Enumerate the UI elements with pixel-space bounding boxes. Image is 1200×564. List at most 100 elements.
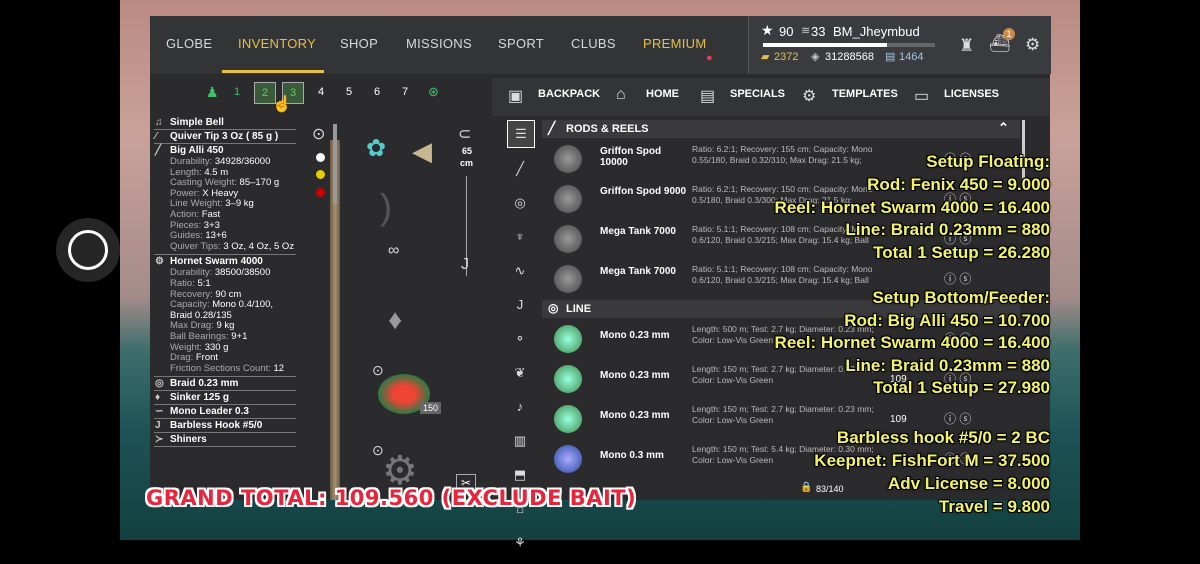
gear-icon[interactable]: ⚙ <box>1025 35 1040 55</box>
category-chum-icon[interactable]: ❦ <box>507 360 533 386</box>
stat-label: Durability: <box>170 267 213 279</box>
section-rods-reels[interactable]: ╱ RODS & REELS ⌃ <box>542 120 1020 138</box>
leader-slot-icon[interactable]: ) <box>380 186 392 228</box>
reel-item[interactable]: ⚙ Hornet Swarm 4000 <box>154 255 296 268</box>
category-reels-icon[interactable]: ◎ <box>507 190 533 216</box>
item-count: 109 <box>890 414 907 425</box>
tab-templates[interactable]: TEMPLATES <box>832 88 898 100</box>
stat-label: Ball Bearings: <box>170 330 229 342</box>
length-icon: ⊂ <box>458 126 472 143</box>
quiver-item[interactable]: ⁄ Quiver Tip 3 Oz ( 85 g ) <box>154 130 296 144</box>
stat-row: Capacity: Mono 0.4/100, Braid 0.28/135 <box>154 299 296 321</box>
category-baits-icon[interactable]: ⚬ <box>507 326 533 352</box>
tab-licenses[interactable]: LICENSES <box>944 88 999 100</box>
rig-icon[interactable]: ∞ <box>388 242 399 260</box>
stat-value: 9 kg <box>216 320 235 332</box>
hook-name: Barbless Hook #5/0 <box>170 420 263 432</box>
category-cans-icon[interactable]: ▥ <box>507 428 533 454</box>
annotation-line: Total 1 Setup = 26.280 <box>873 243 1050 262</box>
item-name: Mono 0.3 mm <box>600 450 664 461</box>
player-info[interactable]: ★ 90 ≋ 33 BM_Jheymbud ▰ 2372 ◈ 31288568 … <box>748 16 1051 74</box>
stat-label: Max Drag: <box>170 320 214 332</box>
item-name: Mega Tank 7000 <box>600 226 676 237</box>
hook-item[interactable]: J Barbless Hook #5/0 <box>154 419 296 434</box>
item-thumbnail <box>554 445 582 473</box>
leader-item[interactable]: ∽ Mono Leader 0.3 <box>154 405 296 420</box>
category-hooks-icon[interactable]: J <box>507 292 533 318</box>
rod-item[interactable]: ╱ Big Alli 450 <box>154 144 296 157</box>
sync-icon[interactable]: ⊛ <box>428 84 439 100</box>
collapse-icon[interactable]: ⌃ <box>998 120 1009 136</box>
item-name: Mono 0.23 mm <box>600 330 670 341</box>
line-item[interactable]: ◎ Braid 0.23 mm <box>154 377 296 392</box>
category-lures-icon[interactable]: ♆ <box>507 224 533 250</box>
tab-backpack[interactable]: BACKPACK <box>538 88 600 100</box>
line-length-unit: cm <box>460 158 474 168</box>
slot-7[interactable]: 7 <box>402 86 408 98</box>
feeder-icon[interactable]: ✿ <box>366 134 386 163</box>
sinker-name: Sinker 125 g <box>170 392 229 404</box>
tab-premium[interactable]: PREMIUM <box>643 36 707 51</box>
hand-cursor-icon: ☝ <box>272 96 292 113</box>
line-length-value: 65 <box>462 146 473 156</box>
bait-fish-icon[interactable]: ◀ <box>412 136 432 167</box>
spool-count: 150 <box>420 402 442 414</box>
gold-balance: 2372 <box>774 51 799 63</box>
category-all-icon[interactable]: ☰ <box>507 120 535 148</box>
annotation-line: Reel: Hornet Swarm 4000 = 16.400 <box>774 333 1050 352</box>
tab-shop[interactable]: SHOP <box>340 36 378 51</box>
category-feeders-icon[interactable]: ♪ <box>507 394 533 420</box>
tab-sport[interactable]: SPORT <box>498 36 544 51</box>
rod-name: Big Alli 450 <box>170 145 224 156</box>
ticket-balance: 1464 <box>899 51 924 63</box>
slot-6[interactable]: 6 <box>374 86 380 98</box>
slot-1[interactable]: 1 <box>234 86 240 98</box>
float-yellow-dot <box>316 170 325 179</box>
tab-inventory[interactable]: INVENTORY <box>238 36 316 51</box>
tab-globe[interactable]: GLOBE <box>166 36 212 51</box>
rod-tip-image <box>333 124 337 204</box>
camera-shutter-button[interactable] <box>56 218 120 282</box>
section-line-label: LINE <box>566 303 592 315</box>
stat-value: 13+6 <box>205 230 227 242</box>
level-progress-fill <box>763 43 887 47</box>
stat-label: Power: <box>170 187 200 199</box>
item-name: Griffon Spod 9000 <box>600 186 687 197</box>
category-boxes-icon[interactable]: ⬒ <box>507 462 533 488</box>
angler-icon: ♟ <box>206 84 219 100</box>
category-misc-icon[interactable]: ⚘ <box>507 530 533 556</box>
quiver-name: Quiver Tip 3 Oz ( 85 g ) <box>170 131 279 142</box>
sinker-slot-icon[interactable]: ♦ <box>388 304 402 336</box>
stat-value: 90 cm <box>215 288 242 300</box>
slot-5[interactable]: 5 <box>346 86 352 98</box>
player-rank: 33 <box>811 24 826 39</box>
stat-value: 34928/36000 <box>214 156 271 167</box>
annotation-line: Travel = 9.800 <box>938 497 1050 516</box>
item-actions[interactable]: ⓘ ⓢ <box>944 270 971 287</box>
leaderboard-icon[interactable]: ♜ <box>959 36 974 56</box>
tab-missions[interactable]: MISSIONS <box>406 36 472 51</box>
silver-balance: 31288568 <box>825 51 874 63</box>
stat-label: Drag: <box>170 352 194 364</box>
stat-label: Action: <box>170 208 200 220</box>
annotation-line: Total 1 Setup = 27.980 <box>873 378 1050 397</box>
bait-item[interactable]: ≻ Shiners <box>154 433 296 448</box>
tab-clubs[interactable]: CLUBS <box>571 36 616 51</box>
ticket-icon: ▤ <box>885 51 896 63</box>
float-white-dot <box>316 153 325 162</box>
annotation-line: Line: Braid 0.23mm = 880 <box>845 220 1050 239</box>
backpack-icon: ▣ <box>508 88 524 105</box>
sinker-item[interactable]: ♦ Sinker 125 g <box>154 391 296 406</box>
tab-home[interactable]: HOME <box>646 88 679 100</box>
category-rods-icon[interactable]: ╱ <box>507 156 533 182</box>
slot-4[interactable]: 4 <box>318 86 324 98</box>
category-leaders-icon[interactable]: ∿ <box>507 258 533 284</box>
stat-value: 5:1 <box>197 277 211 289</box>
bell-item[interactable]: ♫ Simple Bell <box>154 116 296 130</box>
tab-specials[interactable]: SPECIALS <box>730 88 785 100</box>
stat-row: Friction Sections Count: 12 <box>154 362 296 375</box>
stat-label: Friction Sections Count: <box>170 362 271 374</box>
bell-slot-icon[interactable]: ⊙ <box>312 124 325 144</box>
player-name: BM_Jheymbud <box>833 24 920 39</box>
item-actions[interactable]: ⓘ ⓢ <box>944 410 971 427</box>
